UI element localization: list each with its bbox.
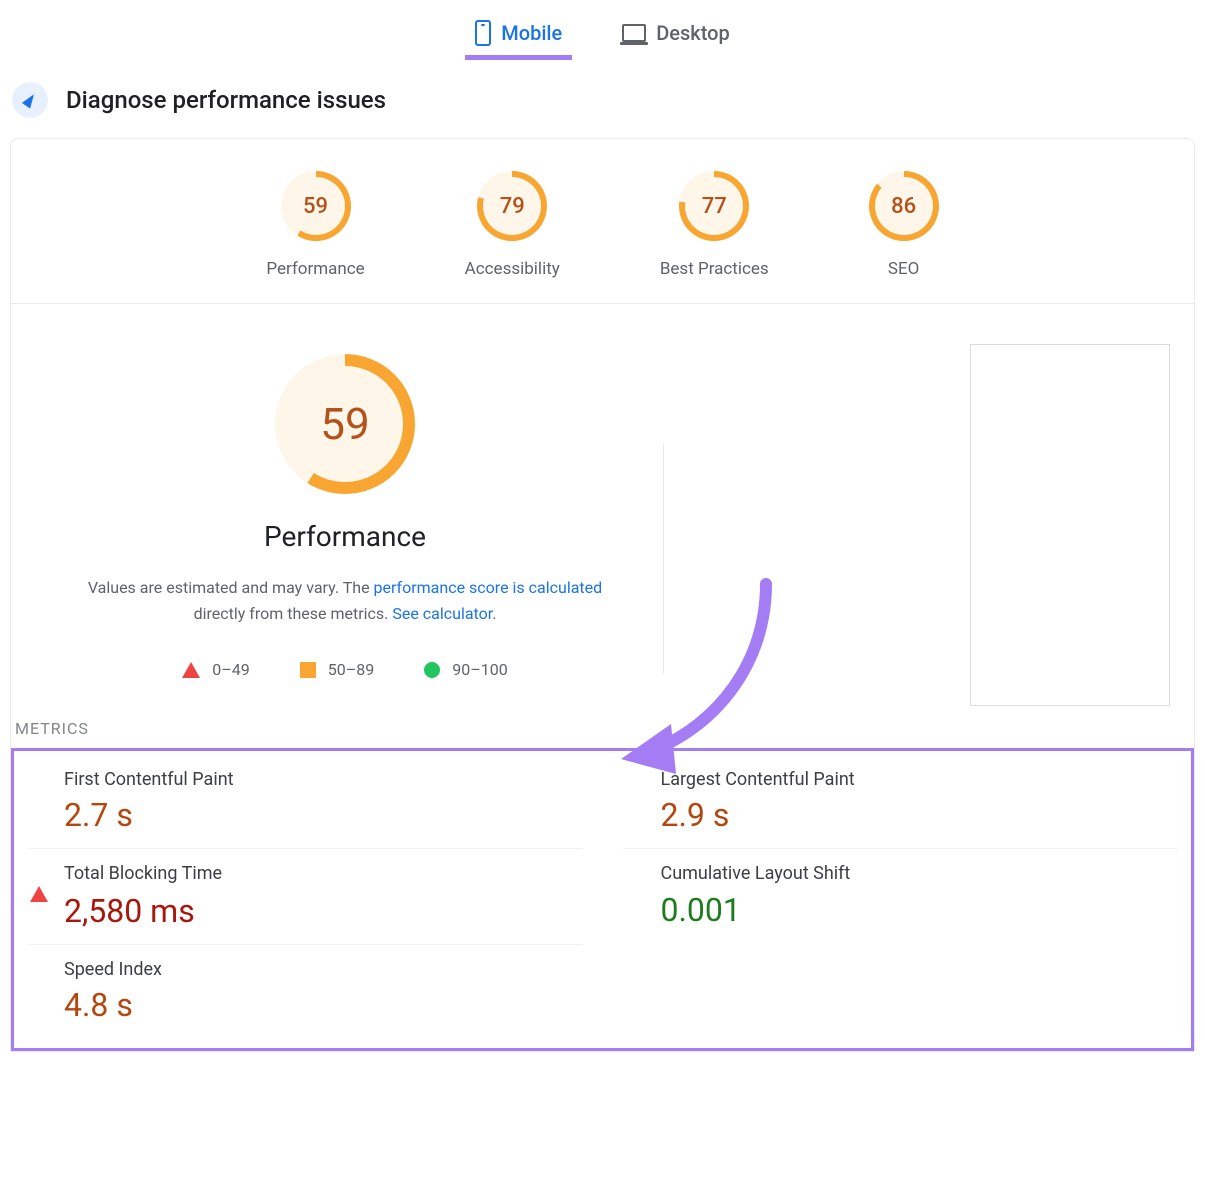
gauge-label: Performance	[266, 259, 364, 279]
metric-speed-index[interactable]: Speed Index 4.8 s	[26, 944, 583, 1038]
metric-value: 2,580 ms	[64, 892, 579, 930]
page-title: Diagnose performance issues	[66, 86, 386, 114]
compass-icon	[12, 82, 48, 118]
performance-title: Performance	[264, 520, 426, 553]
gauge-score: 59	[287, 177, 345, 235]
metric-total-blocking-time[interactable]: Total Blocking Time 2,580 ms	[26, 848, 583, 944]
metric-value: 0.001	[661, 891, 1176, 929]
gauge-performance[interactable]: 59 Performance	[266, 171, 364, 279]
metric-name: Cumulative Layout Shift	[661, 863, 1176, 884]
mobile-icon	[475, 20, 491, 46]
desktop-icon	[622, 24, 646, 42]
screenshot-thumbnail	[970, 344, 1170, 706]
metric-value: 4.8 s	[64, 986, 579, 1024]
section-heading: Diagnose performance issues	[0, 66, 1205, 128]
metrics-heading: METRICS	[11, 719, 1194, 748]
metric-value: 2.7 s	[64, 796, 579, 834]
legend-poor: 0–49	[182, 660, 249, 679]
circle-icon	[424, 662, 440, 678]
metric-cumulative-layout-shift[interactable]: Cumulative Layout Shift 0.001	[623, 848, 1180, 944]
report-card: 59 Performance 79 Accessibility 77 Best Pract…	[10, 138, 1195, 1052]
tab-mobile-label: Mobile	[501, 21, 562, 45]
device-tabs: Mobile Desktop	[0, 0, 1205, 66]
performance-gauge: 59	[275, 354, 415, 494]
tab-desktop[interactable]: Desktop	[612, 14, 740, 56]
square-icon	[300, 662, 316, 678]
link-score-explain[interactable]: performance score is calculated	[374, 578, 603, 597]
performance-score: 59	[287, 366, 403, 482]
tab-mobile[interactable]: Mobile	[465, 14, 572, 56]
gauge-label: SEO	[888, 259, 919, 279]
metric-name: Largest Contentful Paint	[661, 769, 1176, 790]
category-gauges-row: 59 Performance 79 Accessibility 77 Best Pract…	[11, 139, 1194, 304]
gauge-seo[interactable]: 86 SEO	[869, 171, 939, 279]
metric-value: 2.9 s	[661, 796, 1176, 834]
gauge-label: Accessibility	[465, 259, 560, 279]
legend-good: 90–100	[424, 660, 507, 679]
divider-vertical	[663, 444, 664, 674]
metric-name: Total Blocking Time	[64, 863, 579, 884]
tab-desktop-label: Desktop	[656, 21, 730, 45]
metric-name: First Contentful Paint	[64, 769, 579, 790]
gauge-accessibility[interactable]: 79 Accessibility	[465, 171, 560, 279]
gauge-score: 79	[483, 177, 541, 235]
metric-first-contentful-paint[interactable]: First Contentful Paint 2.7 s	[26, 755, 583, 848]
gauge-best-practices[interactable]: 77 Best Practices	[660, 171, 769, 279]
gauge-label: Best Practices	[660, 259, 769, 279]
gauge-score: 86	[875, 177, 933, 235]
gauge-score: 77	[685, 177, 743, 235]
performance-summary: 59 Performance Values are estimated and …	[35, 354, 655, 679]
score-legend: 0–49 50–89 90–100	[182, 660, 507, 679]
triangle-icon	[30, 867, 48, 902]
legend-needs-improvement: 50–89	[300, 660, 374, 679]
performance-area: 59 Performance Values are estimated and …	[11, 304, 1194, 719]
triangle-icon	[182, 662, 200, 678]
metric-largest-contentful-paint[interactable]: Largest Contentful Paint 2.9 s	[623, 755, 1180, 848]
metrics-grid: First Contentful Paint 2.7 s Largest Conte…	[11, 748, 1194, 1051]
metric-name: Speed Index	[64, 959, 579, 980]
performance-description: Values are estimated and may vary. The p…	[65, 575, 625, 626]
link-see-calculator[interactable]: See calculator	[392, 604, 492, 623]
